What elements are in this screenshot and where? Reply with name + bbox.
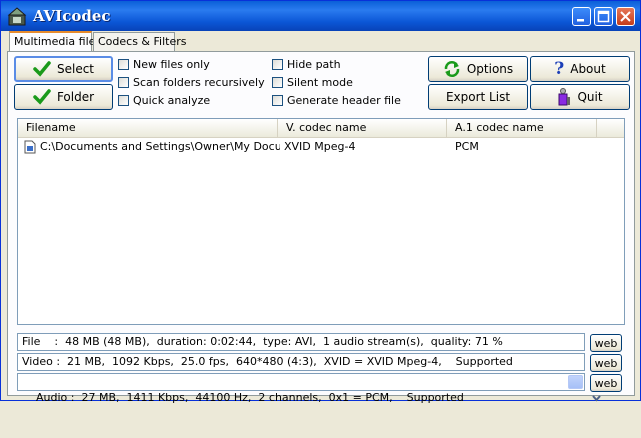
generate-header-checkbox[interactable]: Generate header file xyxy=(272,94,401,107)
checkbox-box[interactable] xyxy=(118,95,129,106)
file-list[interactable]: Filename V. codec name A.1 codec name C:… xyxy=(17,118,625,325)
app-icon xyxy=(7,7,27,26)
maximize-icon xyxy=(597,10,610,23)
about-label: About xyxy=(570,62,606,76)
title-bar[interactable]: AVIcodec xyxy=(1,1,640,31)
row-filename: C:\Documents and Settings\Owner\My Docum… xyxy=(40,140,280,153)
avicodec-window: AVIcodec Multimedia files Codecs & Filte… xyxy=(0,0,641,404)
video-info-field: Video : 21 MB, 1092 Kbps, 25.0 fps, 640*… xyxy=(17,353,585,371)
web-label: web xyxy=(594,336,618,350)
row-audio-codec: PCM xyxy=(455,140,479,153)
door-exit-icon xyxy=(558,88,571,106)
select-button[interactable]: Select xyxy=(14,56,113,82)
column-audio-codec[interactable]: A.1 codec name xyxy=(447,119,597,137)
file-web-button[interactable]: web xyxy=(590,334,622,352)
audio-stream-select[interactable]: Audio : 27 MB, 1411 Kbps, 44100 Hz, 2 ch… xyxy=(17,373,601,404)
select-label: Select xyxy=(56,62,95,76)
video-file-icon xyxy=(24,140,36,154)
checkbox-box[interactable] xyxy=(272,95,283,106)
audio-web-button[interactable]: web xyxy=(590,374,622,392)
checkmark-icon xyxy=(33,61,51,77)
dropdown-button[interactable] xyxy=(568,375,601,402)
quit-button[interactable]: Quit xyxy=(530,84,630,110)
column-video-codec[interactable]: V. codec name xyxy=(278,119,447,137)
question-icon: ? xyxy=(554,59,565,79)
checkbox-box[interactable] xyxy=(118,77,129,88)
checkbox-label: Hide path xyxy=(287,58,341,71)
checkbox-label: New files only xyxy=(133,58,210,71)
web-label: web xyxy=(594,356,618,370)
tab-codecs-filters[interactable]: Codecs & Filters xyxy=(93,32,186,51)
maximize-button[interactable] xyxy=(594,7,613,26)
tab-label: Codecs & Filters xyxy=(98,35,187,48)
close-button[interactable] xyxy=(616,7,635,26)
file-list-header: Filename V. codec name A.1 codec name xyxy=(18,119,624,138)
file-list-row[interactable]: C:\Documents and Settings\Owner\My Docum… xyxy=(18,139,624,155)
about-button[interactable]: ? About xyxy=(530,56,630,82)
new-files-only-checkbox[interactable]: New files only xyxy=(118,58,210,71)
video-web-button[interactable]: web xyxy=(590,354,622,372)
minimize-icon xyxy=(577,19,584,22)
close-icon xyxy=(620,11,631,22)
checkbox-box[interactable] xyxy=(272,59,283,70)
refresh-icon xyxy=(444,61,460,77)
options-button[interactable]: Options xyxy=(428,56,528,82)
hide-path-checkbox[interactable]: Hide path xyxy=(272,58,341,71)
checkbox-box[interactable] xyxy=(118,59,129,70)
tab-label: Multimedia files xyxy=(14,35,102,48)
minimize-button[interactable] xyxy=(572,7,591,26)
folder-button[interactable]: Folder xyxy=(14,84,113,110)
column-filename[interactable]: Filename xyxy=(18,119,278,137)
checkbox-label: Quick analyze xyxy=(133,94,211,107)
export-list-label: Export List xyxy=(445,90,511,104)
file-info-field: File : 48 MB (48 MB), duration: 0:02:44,… xyxy=(17,333,585,351)
chevron-down-icon xyxy=(592,395,601,402)
row-video-codec: XVID Mpeg-4 xyxy=(284,140,356,153)
scan-recursively-checkbox[interactable]: Scan folders recursively xyxy=(118,76,265,89)
checkbox-label: Generate header file xyxy=(287,94,401,107)
export-list-button[interactable]: Export List xyxy=(428,84,528,110)
tab-multimedia-files[interactable]: Multimedia files xyxy=(9,31,101,52)
checkbox-label: Silent mode xyxy=(287,76,353,89)
checkmark-icon xyxy=(33,89,51,105)
audio-info-text: Audio : 27 MB, 1411 Kbps, 44100 Hz, 2 ch… xyxy=(36,391,464,404)
options-label: Options xyxy=(466,62,514,76)
checkbox-box[interactable] xyxy=(272,77,283,88)
web-label: web xyxy=(594,376,618,390)
checkbox-label: Scan folders recursively xyxy=(133,76,265,89)
quick-analyze-checkbox[interactable]: Quick analyze xyxy=(118,94,210,107)
window-title: AVIcodec xyxy=(33,7,111,25)
silent-mode-checkbox[interactable]: Silent mode xyxy=(272,76,353,89)
folder-label: Folder xyxy=(56,90,95,104)
quit-label: Quit xyxy=(577,90,603,104)
